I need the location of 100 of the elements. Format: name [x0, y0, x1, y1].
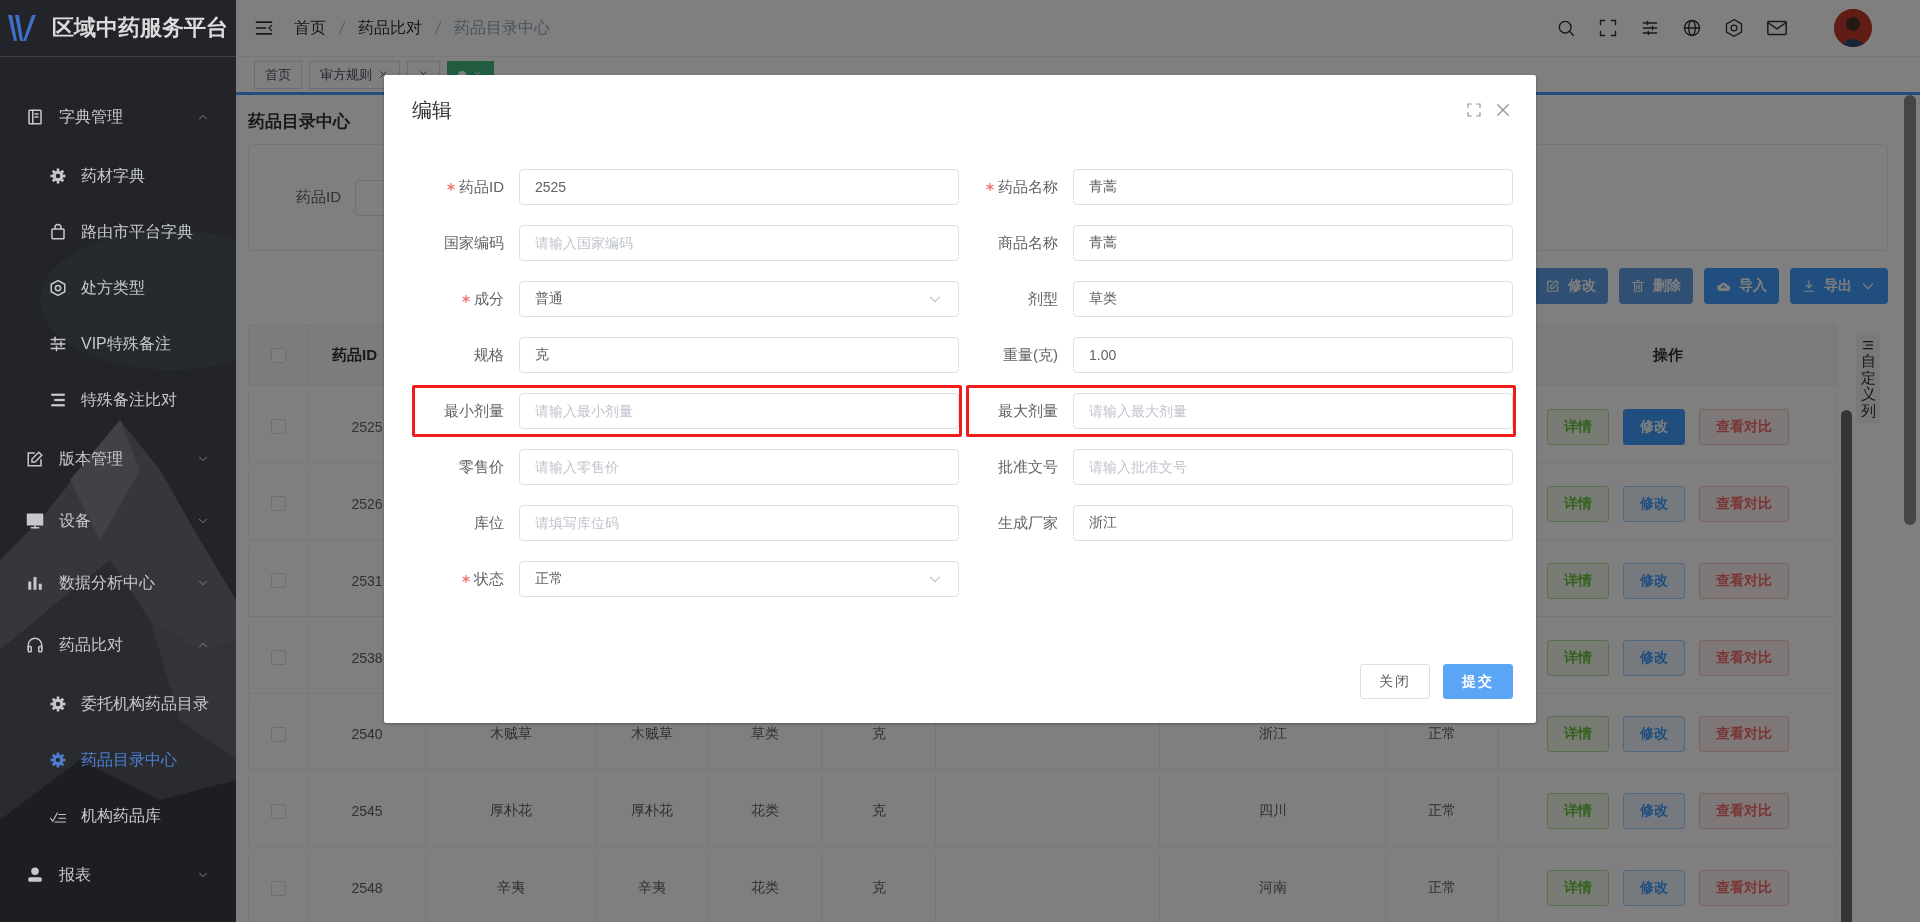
submenu-item[interactable]: 药材字典	[0, 148, 236, 204]
page-title: 药品目录中心	[248, 111, 351, 133]
separator-icon	[434, 20, 442, 36]
submenu-item[interactable]: 机构药品库	[0, 788, 236, 844]
edit-icon	[26, 450, 44, 468]
trash-icon	[1631, 279, 1645, 293]
input-field[interactable]: 请输入零售价	[519, 449, 959, 485]
download-icon	[1802, 279, 1816, 293]
breadcrumb-link[interactable]: 首页	[294, 17, 326, 39]
edit-icon	[1546, 279, 1560, 293]
globe-icon[interactable]	[1682, 18, 1702, 38]
menu-item[interactable]: 数据分析中心	[0, 552, 236, 614]
submenu-item[interactable]: 委托机构药品目录	[0, 676, 236, 732]
submenu-item[interactable]: 特殊备注比对	[0, 372, 236, 428]
settings-icon[interactable]	[1724, 18, 1744, 38]
table-cell: 2545	[309, 776, 426, 848]
action-button[interactable]: 查看对比	[1698, 408, 1789, 445]
field-label: 药品名称	[998, 177, 1058, 197]
input-field[interactable]: 草类	[1073, 281, 1513, 317]
submit-button[interactable]: 提交	[1443, 664, 1513, 699]
action-button[interactable]: 修改	[1622, 793, 1685, 830]
table-cell: 厚朴花	[596, 776, 709, 848]
bar-chart-icon	[26, 574, 44, 592]
table-cell: 厚朴花	[426, 776, 596, 848]
action-button[interactable]: 修改	[1622, 485, 1685, 522]
field-label: 零售价	[459, 457, 504, 477]
avatar[interactable]	[1834, 9, 1872, 47]
column-settings-tab[interactable]: 自定义列	[1856, 335, 1880, 423]
input-field[interactable]: 请输入批准文号	[1073, 449, 1513, 485]
menu-item[interactable]: 字典管理	[0, 86, 236, 148]
input-field[interactable]: 请填写库位码	[519, 505, 959, 541]
input-field[interactable]: 2525	[519, 169, 959, 205]
menu-item[interactable]: 设备	[0, 490, 236, 552]
select-field[interactable]: 正常	[519, 561, 959, 597]
action-button[interactable]: 查看对比	[1698, 485, 1789, 522]
field-label: 最小剂量	[444, 401, 504, 421]
input-field[interactable]: 克	[519, 337, 959, 373]
app-title: 区域中药服务平台	[52, 14, 228, 42]
input-field[interactable]: 请输入最小剂量	[519, 393, 959, 429]
field-label: 状态	[474, 569, 504, 589]
submenu-item[interactable]: VIP特殊备注	[0, 316, 236, 372]
table-cell: 花类	[709, 853, 822, 922]
submenu-item[interactable]: 路由市平台字典	[0, 204, 236, 260]
action-button[interactable]: 查看对比	[1698, 562, 1789, 599]
sliders-icon	[49, 335, 67, 353]
field-label: 商品名称	[998, 233, 1058, 253]
input-field[interactable]: 浙江	[1073, 505, 1513, 541]
menu-item[interactable]: 药品比对	[0, 614, 236, 676]
menu-item[interactable]: 报表	[0, 844, 236, 906]
tab[interactable]: 审方规则	[309, 60, 400, 89]
toolbar-button[interactable]: 导出	[1790, 268, 1888, 304]
book-icon	[26, 108, 44, 126]
monitor-icon	[26, 512, 44, 530]
table-cell: 克	[822, 853, 936, 922]
action-button[interactable]: 查看对比	[1698, 639, 1789, 676]
menu-icon[interactable]	[254, 18, 274, 38]
menu-item[interactable]: 版本管理	[0, 428, 236, 490]
bag-icon	[49, 223, 67, 241]
table-cell: 辛夷	[596, 853, 709, 922]
sliders-icon[interactable]	[1640, 18, 1660, 38]
action-button[interactable]: 修改	[1622, 716, 1685, 753]
scrollbar[interactable]	[1904, 95, 1916, 525]
table-cell: 正常	[1386, 776, 1499, 848]
table-cell: 正常	[1386, 853, 1499, 922]
gear-icon	[49, 695, 67, 713]
action-button[interactable]: 查看对比	[1698, 716, 1789, 753]
scrollbar[interactable]	[1841, 410, 1852, 922]
action-button[interactable]: 修改	[1622, 870, 1685, 907]
table-cell: 2548	[309, 853, 426, 922]
headphones-icon	[26, 636, 44, 654]
field-label: 剂型	[1028, 289, 1058, 309]
field-label: 批准文号	[998, 457, 1058, 477]
fullscreen-icon[interactable]	[1598, 18, 1618, 38]
input-field[interactable]: 请输入国家编码	[519, 225, 959, 261]
input-field[interactable]: 青蒿	[1073, 225, 1513, 261]
select-field[interactable]: 普通	[519, 281, 959, 317]
settings-icon	[49, 279, 67, 297]
action-button[interactable]: 查看对比	[1698, 870, 1789, 907]
input-field[interactable]: 1.00	[1073, 337, 1513, 373]
dialog-title: 编辑	[412, 97, 452, 123]
submenu-item[interactable]: 药品目录中心	[0, 732, 236, 788]
action-button[interactable]: 修改	[1622, 562, 1685, 599]
field-label: 生成厂家	[998, 513, 1058, 533]
field-label: 规格	[474, 345, 504, 365]
action-button[interactable]: 查看对比	[1698, 793, 1789, 830]
toolbar-button[interactable]: 导入	[1704, 268, 1779, 304]
field-label: 库位	[474, 513, 504, 533]
logo-icon	[8, 15, 36, 41]
search-icon[interactable]	[1556, 18, 1576, 38]
input-field[interactable]: 请输入最大剂量	[1073, 393, 1513, 429]
person-icon	[26, 866, 44, 884]
breadcrumb-link[interactable]: 药品比对	[358, 17, 422, 39]
action-button[interactable]: 修改	[1622, 408, 1685, 445]
field-label: 国家编码	[444, 233, 504, 253]
input-field[interactable]: 青蒿	[1073, 169, 1513, 205]
tab[interactable]: 首页	[254, 60, 302, 89]
action-button[interactable]: 修改	[1622, 639, 1685, 676]
close-button[interactable]: 关闭	[1360, 664, 1430, 699]
submenu-item[interactable]: 处方类型	[0, 260, 236, 316]
table-cell: 四川	[1160, 776, 1386, 848]
